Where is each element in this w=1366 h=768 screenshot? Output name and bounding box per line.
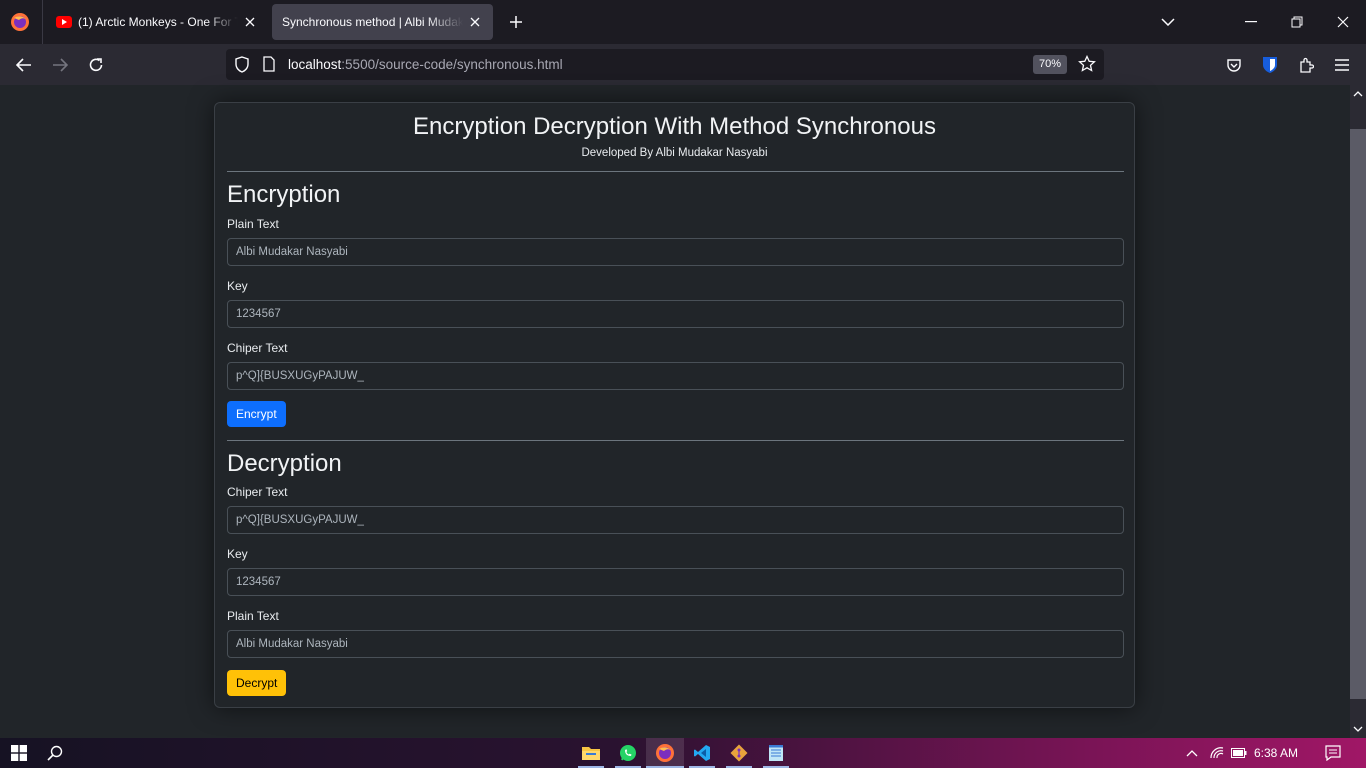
new-tab-button[interactable]	[504, 10, 528, 34]
scroll-up-arrow-icon[interactable]	[1353, 89, 1363, 99]
tab-strip: (1) Arctic Monkeys - One For The Road Sy…	[0, 0, 1366, 44]
page-viewport: Encryption Decryption With Method Synchr…	[0, 85, 1350, 738]
encrypt-button[interactable]: Encrypt	[227, 401, 286, 427]
encrypt-cipher-input[interactable]	[227, 362, 1124, 390]
url-host: localhost	[288, 57, 341, 72]
decrypt-button[interactable]: Decrypt	[227, 670, 286, 696]
page-subtitle: Developed By Albi Mudakar Nasyabi	[215, 147, 1134, 159]
url-bar[interactable]: localhost:5500/source-code/synchronous.h…	[226, 49, 1104, 80]
vscode-icon[interactable]	[691, 742, 713, 764]
encrypt-plain-label: Plain Text	[227, 217, 279, 231]
firefox-taskbar-icon[interactable]	[654, 742, 676, 764]
decrypt-plain-label: Plain Text	[227, 609, 279, 623]
firefox-icon[interactable]	[8, 10, 32, 34]
git-tool-icon[interactable]	[728, 742, 750, 764]
decrypt-cipher-label: Chiper Text	[227, 485, 287, 499]
tab-title: (1) Arctic Monkeys - One For The Road	[78, 15, 238, 29]
taskbar-clock[interactable]: 6:38 AM	[1254, 746, 1298, 760]
youtube-icon	[56, 14, 72, 30]
restore-button[interactable]	[1283, 8, 1311, 36]
search-icon[interactable]	[44, 742, 66, 764]
battery-icon[interactable]	[1228, 742, 1250, 764]
encrypt-plain-input[interactable]	[227, 238, 1124, 266]
whatsapp-icon[interactable]	[617, 742, 639, 764]
shield-icon[interactable]	[234, 56, 250, 78]
pocket-icon[interactable]	[1221, 52, 1247, 78]
extensions-icon[interactable]	[1293, 52, 1319, 78]
divider	[227, 440, 1124, 441]
decrypt-key-label: Key	[227, 547, 248, 561]
decrypt-key-input[interactable]	[227, 568, 1124, 596]
decrypt-cipher-input[interactable]	[227, 506, 1124, 534]
bookmark-star-icon[interactable]	[1078, 55, 1096, 78]
minimize-button[interactable]	[1237, 8, 1265, 36]
encrypt-cipher-label: Chiper Text	[227, 341, 287, 355]
forward-button[interactable]	[47, 52, 73, 78]
back-button[interactable]	[11, 52, 37, 78]
encrypt-key-input[interactable]	[227, 300, 1124, 328]
list-all-tabs-button[interactable]	[1154, 8, 1182, 36]
divider	[227, 171, 1124, 172]
windows-taskbar: 6:38 AM	[0, 738, 1366, 768]
decryption-heading: Decryption	[227, 450, 342, 478]
main-card: Encryption Decryption With Method Synchr…	[214, 102, 1135, 708]
decrypt-plain-input[interactable]	[227, 630, 1124, 658]
tab-youtube[interactable]: (1) Arctic Monkeys - One For The Road	[46, 4, 268, 40]
page-icon[interactable]	[262, 56, 276, 77]
close-tab-icon[interactable]	[242, 14, 258, 30]
notepad-icon[interactable]	[765, 742, 787, 764]
encryption-heading: Encryption	[227, 181, 340, 209]
notification-icon[interactable]	[1322, 742, 1344, 764]
chevron-up-icon[interactable]	[1181, 742, 1203, 764]
scrollbar-thumb[interactable]	[1350, 129, 1366, 699]
tab-synchronous[interactable]: Synchronous method | Albi Mudakar Nasyab…	[272, 4, 493, 40]
menu-icon[interactable]	[1329, 52, 1355, 78]
zoom-level[interactable]: 70%	[1033, 55, 1067, 74]
tab-title: Synchronous method | Albi Mudakar Nasyab…	[282, 15, 463, 29]
tab-separator	[42, 0, 43, 44]
windows-start-icon[interactable]	[8, 742, 30, 764]
navigation-toolbar: localhost:5500/source-code/synchronous.h…	[0, 44, 1366, 85]
encrypt-key-label: Key	[227, 279, 248, 293]
vertical-scrollbar[interactable]	[1350, 85, 1366, 738]
url-path: :5500/source-code/synchronous.html	[341, 57, 562, 72]
page-title: Encryption Decryption With Method Synchr…	[215, 113, 1134, 141]
url-text[interactable]: localhost:5500/source-code/synchronous.h…	[288, 57, 563, 72]
file-explorer-icon[interactable]	[580, 742, 602, 764]
close-window-button[interactable]	[1329, 8, 1357, 36]
scroll-down-arrow-icon[interactable]	[1353, 724, 1363, 734]
close-tab-icon[interactable]	[467, 14, 483, 30]
reload-button[interactable]	[83, 52, 109, 78]
bitwarden-icon[interactable]	[1257, 52, 1283, 78]
wifi-icon[interactable]	[1206, 742, 1228, 764]
